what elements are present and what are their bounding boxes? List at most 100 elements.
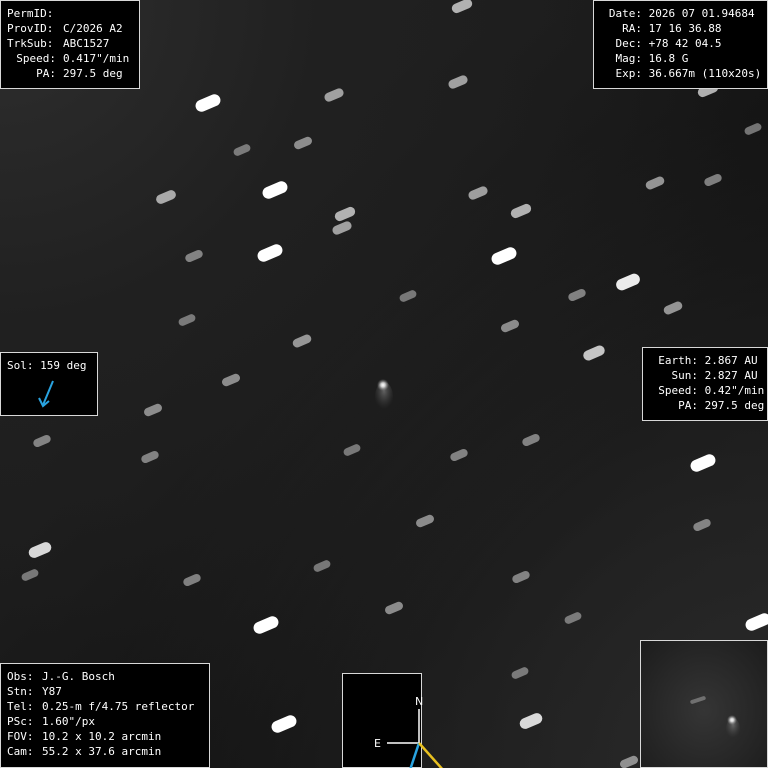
- star-trail: [183, 573, 201, 587]
- geo-speed-label: Speed:: [658, 384, 698, 397]
- north-label: N: [415, 695, 423, 708]
- pa-label: PA:: [36, 67, 56, 80]
- ra-value: 17 16 36.88: [648, 22, 722, 35]
- comet-image-frame: PermID: ProvID: C/2026 A2 TrkSub: ABC1527 Spe…: [0, 0, 768, 768]
- solar-elongation-panel: Sol: 159 deg: [0, 352, 98, 416]
- date-label: Date:: [608, 7, 642, 20]
- geo-pa-label: PA:: [678, 399, 698, 412]
- star-trail: [522, 433, 540, 447]
- comet-nucleus: [377, 379, 389, 391]
- date-value: 2026 07 01.94684: [648, 7, 755, 20]
- fov-label: FOV:: [7, 730, 34, 743]
- observer-panel: Obs: J.-G. Bosch Stn: Y87 Tel: 0.25-m f/4.75 …: [0, 663, 210, 768]
- star-trail: [693, 518, 711, 532]
- fov-value: 10.2 x 10.2 arcmin: [42, 730, 162, 743]
- star-trail: [704, 173, 722, 187]
- star-trail: [519, 713, 543, 729]
- star-trail: [262, 181, 288, 199]
- identification-panel: PermID: ProvID: C/2026 A2 TrkSub: ABC1527 Spe…: [0, 0, 140, 89]
- observation-panel: Date: 2026 07 01.94684 RA: 17 16 36.88 Dec…: [593, 0, 768, 89]
- comet: [375, 379, 393, 412]
- pa-value: 297.5 deg: [63, 67, 123, 80]
- star-trail: [451, 0, 473, 14]
- speed-label: Speed:: [16, 52, 56, 65]
- star-trail: [253, 616, 279, 634]
- prov-id-label: ProvID:: [7, 22, 54, 35]
- star-trail: [178, 314, 196, 326]
- sun-direction-arrow-icon: [38, 380, 54, 408]
- star-trail: [491, 247, 517, 265]
- star-trail: [233, 144, 251, 156]
- star-trail: [292, 334, 312, 348]
- mag-value: 16.8 G: [648, 52, 689, 65]
- psc-value: 1.60"/px: [42, 715, 95, 728]
- geometry-panel: Earth: 2.867 AU Sun: 2.827 AU Speed: 0.42"…: [642, 347, 768, 421]
- cam-label: Cam:: [7, 745, 34, 758]
- star-trail: [399, 290, 417, 302]
- orientation-compass: N E: [342, 673, 443, 768]
- thumbnail-image: [689, 696, 768, 768]
- star-trail: [257, 244, 283, 262]
- star-trail: [620, 755, 638, 768]
- obs-label: Obs:: [7, 670, 34, 683]
- star-trail: [33, 434, 51, 448]
- star-trail: [568, 288, 586, 302]
- trksub-label: TrkSub:: [7, 37, 54, 50]
- stn-label: Stn:: [7, 685, 34, 698]
- comet-thumbnail: [640, 640, 768, 768]
- mag-label: Mag:: [615, 52, 643, 65]
- star-trail: [185, 249, 203, 263]
- ra-label: RA:: [622, 22, 642, 35]
- star-trail: [583, 345, 605, 361]
- trksub-value: ABC1527: [63, 37, 110, 50]
- star-trail: [28, 542, 52, 558]
- star-trail: [271, 715, 297, 733]
- star-trail: [744, 123, 762, 135]
- stn-value: Y87: [42, 685, 62, 698]
- star-trail: [385, 601, 403, 615]
- star-trail: [616, 273, 640, 291]
- psc-label: PSc:: [7, 715, 34, 728]
- geo-pa-value: 297.5 deg: [704, 399, 765, 412]
- star-trail: [745, 613, 768, 631]
- compass-rose-icon: N E: [374, 695, 443, 768]
- exp-value: 36.667m (110x20s): [648, 67, 762, 80]
- star-trail: [156, 190, 176, 204]
- thumbnail-comet-nucleus: [726, 715, 737, 725]
- east-label: E: [374, 737, 381, 750]
- star-trail: [294, 136, 312, 150]
- star-trail: [663, 301, 683, 315]
- star-trail: [564, 612, 582, 624]
- tel-label: Tel:: [7, 700, 34, 713]
- sol-label: Sol:: [7, 359, 34, 372]
- star-trail: [144, 403, 162, 417]
- obs-value: J.-G. Bosch: [42, 670, 115, 683]
- star-trail: [332, 221, 352, 235]
- sun-vector: [417, 742, 443, 768]
- geo-speed-value: 0.42"/min: [704, 384, 765, 397]
- star-trail: [468, 186, 488, 200]
- sol-value: 159 deg: [40, 359, 87, 372]
- star-trail: [21, 569, 39, 581]
- star-trail: [512, 570, 530, 584]
- star-trail: [313, 560, 331, 572]
- sun-label: Sun:: [671, 369, 699, 382]
- motion-vector: [408, 742, 420, 768]
- star-trail: [511, 667, 529, 679]
- prov-id-value: C/2026 A2: [63, 22, 123, 35]
- star-trail: [416, 514, 434, 528]
- star-trail: [690, 454, 716, 472]
- star-trail: [343, 444, 361, 456]
- sun-value: 2.827 AU: [704, 369, 758, 382]
- perm-id-label: PermID:: [7, 7, 54, 20]
- dec-label: Dec:: [615, 37, 643, 50]
- star-trail: [141, 450, 159, 464]
- star-trail: [450, 448, 468, 462]
- speed-value: 0.417"/min: [63, 52, 130, 65]
- earth-value: 2.867 AU: [704, 354, 758, 367]
- tel-value: 0.25-m f/4.75 reflector: [42, 700, 195, 713]
- star-trail: [645, 176, 665, 190]
- star-trail: [448, 75, 468, 89]
- star-trail: [195, 94, 221, 112]
- star-trail: [501, 319, 519, 333]
